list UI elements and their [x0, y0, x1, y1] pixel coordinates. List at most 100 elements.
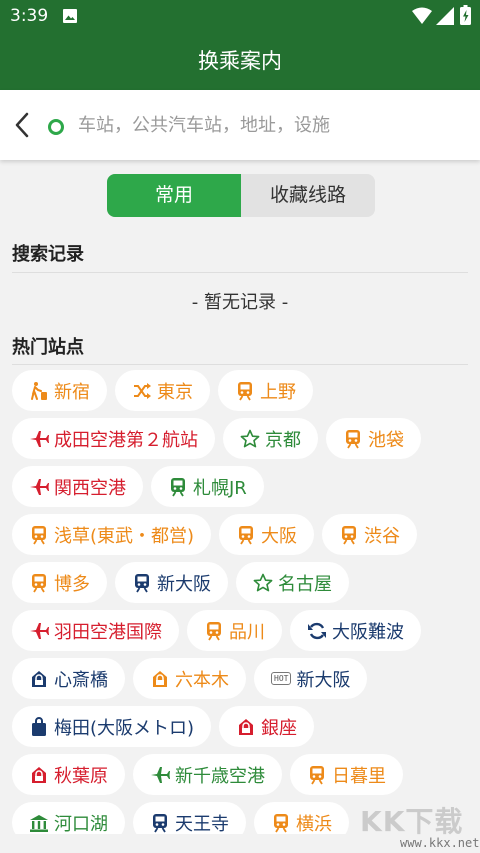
station-label: 大阪難波: [332, 621, 404, 643]
station-chip[interactable]: 心斎橋: [12, 658, 125, 699]
hot-icon: HOT: [271, 672, 292, 685]
segment-control: 常用 收藏线路: [107, 174, 375, 217]
station-label: 成田空港第２航站: [54, 429, 198, 451]
station-chip[interactable]: 羽田空港国際: [12, 610, 179, 651]
station-label: 秋葉原: [54, 765, 108, 787]
tab-favorite-routes[interactable]: 收藏线路: [241, 174, 375, 217]
battery-icon: [460, 5, 471, 25]
station-label: 羽田空港国際: [54, 621, 162, 643]
search-bar: [0, 90, 480, 160]
airplane-icon: [30, 430, 49, 447]
station-chip[interactable]: 名古屋: [236, 562, 349, 603]
station-chip[interactable]: 河口湖: [12, 802, 125, 834]
station-label: 池袋: [368, 429, 404, 451]
station-row: 梅田(大阪メトロ) 銀座: [12, 706, 472, 747]
station-label: 心斎橋: [54, 669, 108, 691]
station-chip[interactable]: 関西空港: [12, 466, 143, 507]
status-time: 3:39: [10, 6, 49, 26]
station-chip[interactable]: 博多: [12, 562, 107, 603]
station-label: 横浜: [296, 813, 332, 835]
history-heading: 搜索记录: [12, 244, 84, 265]
train-icon: [239, 525, 254, 544]
train-icon: [171, 477, 185, 496]
station-label: 六本木: [175, 669, 229, 691]
airplane-icon: [151, 766, 170, 783]
train-icon: [310, 765, 324, 784]
train-icon: [238, 381, 252, 400]
station-chip[interactable]: 新千歳空港: [133, 754, 282, 795]
station-label: 銀座: [261, 717, 298, 739]
train-icon: [342, 525, 357, 544]
station-chip[interactable]: 新大阪: [115, 562, 228, 603]
station-chip[interactable]: 横浜: [254, 802, 349, 834]
station-chip[interactable]: 日暮里: [290, 754, 403, 795]
station-label: 新宿: [54, 381, 90, 403]
station-row: 新宿 東京 上野: [12, 370, 472, 411]
train-icon: [346, 429, 360, 448]
train-icon: [274, 813, 288, 832]
station-chip[interactable]: 六本木: [133, 658, 246, 699]
station-chip[interactable]: 秋葉原: [12, 754, 125, 795]
station-label: 札幌JR: [193, 477, 247, 499]
page-title: 换乘案内: [198, 49, 282, 73]
station-label: 博多: [54, 573, 90, 595]
shopping-icon: [32, 766, 46, 783]
status-bar: 3:39: [0, 0, 480, 32]
station-chip[interactable]: 新宿: [12, 370, 107, 411]
temple-icon: [30, 814, 48, 832]
divider: [12, 364, 468, 365]
star-icon: [240, 429, 260, 447]
station-chip[interactable]: 池袋: [326, 418, 421, 459]
station-label: 天王寺: [175, 813, 229, 835]
airplane-icon: [30, 478, 49, 495]
tab-common[interactable]: 常用: [107, 174, 241, 217]
station-label: 大阪: [261, 525, 298, 547]
train-icon: [32, 525, 46, 544]
station-label: 渋谷: [364, 525, 401, 547]
popular-heading: 热门站点: [12, 337, 84, 358]
station-chip[interactable]: 天王寺: [133, 802, 246, 834]
station-label: 新千歳空港: [175, 765, 265, 787]
watermark-logo-text: KK下载: [360, 805, 464, 838]
search-input[interactable]: [78, 111, 458, 139]
station-label: 河口湖: [54, 813, 108, 835]
popular-stations-list: 新宿 東京 上野 成田空港第２航站 京都 池袋関西空港 札幌JR 浅草(東武・都営) 大阪 渋谷博…: [12, 370, 472, 834]
train-icon: [207, 621, 221, 640]
shopping-icon: [32, 670, 46, 687]
origin-dot-icon: [48, 119, 64, 135]
station-row: 心斎橋 六本木 HOT 新大阪: [12, 658, 472, 699]
station-label: 新大阪: [296, 669, 351, 691]
station-label: 名古屋: [278, 573, 332, 595]
station-chip[interactable]: 成田空港第２航站: [12, 418, 215, 459]
station-row: 浅草(東武・都営) 大阪 渋谷: [12, 514, 472, 555]
station-row: 秋葉原 新千歳空港 日暮里: [12, 754, 472, 795]
shopping-icon: [239, 718, 254, 735]
station-chip[interactable]: 上野: [218, 370, 313, 411]
station-chip[interactable]: 大阪: [219, 514, 315, 555]
station-label: 梅田(大阪メトロ): [54, 717, 195, 739]
train-icon: [135, 573, 149, 592]
station-label: 新大阪: [157, 573, 211, 595]
image-notification-icon: [63, 9, 77, 23]
station-chip[interactable]: 札幌JR: [151, 466, 264, 507]
station-chip[interactable]: 品川: [187, 610, 282, 651]
airplane-icon: [30, 622, 49, 639]
station-chip[interactable]: 渋谷: [322, 514, 418, 555]
station-chip[interactable]: 銀座: [219, 706, 315, 747]
station-chip[interactable]: 東京: [115, 370, 210, 411]
station-label: 品川: [229, 621, 265, 643]
back-arrow-icon[interactable]: [14, 112, 30, 138]
wifi-icon: [412, 7, 432, 24]
station-label: 京都: [265, 429, 301, 451]
station-chip[interactable]: 梅田(大阪メトロ): [12, 706, 212, 747]
empty-history-text: - 暂无记录 -: [191, 292, 289, 313]
station-chip[interactable]: 京都: [223, 418, 318, 459]
station-chip[interactable]: HOT 新大阪: [254, 658, 368, 699]
app-header: 换乘案内: [0, 32, 480, 90]
station-chip[interactable]: 大阪難波: [290, 610, 421, 651]
bag-icon: [32, 716, 46, 736]
station-row: 成田空港第２航站 京都 池袋: [12, 418, 472, 459]
station-chip[interactable]: 浅草(東武・都営): [12, 514, 212, 555]
station-label: 関西空港: [54, 477, 126, 499]
station-label: 日暮里: [332, 765, 386, 787]
